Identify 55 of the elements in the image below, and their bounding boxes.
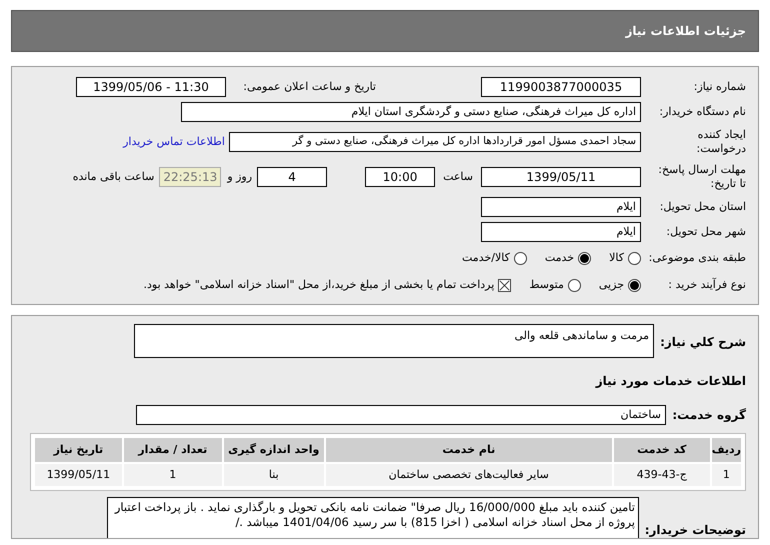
radio-label: خدمت [544,250,574,266]
table-cell: 1399/05/11 [35,464,122,486]
countdown-timer: 22:25:13 [159,167,222,187]
description-box: مرمت و ساماندهی قلعه والی [134,324,654,358]
radio-label: متوسط [529,276,564,293]
notes-box: تامین کننده باید مبلغ 16/000/000 ریال صرفا" ضمانت نامه بانکی تحویل و بارگذاری نماید . باز پرداخت اعتبار پروژه از محل اسناد خزانه اسلامی ( اخزا 815) با سر رسید 1401/04/06 میباشد ./ [107,497,639,538]
radio-button[interactable] [628,278,641,292]
column-header: تاریخ نیاز [35,438,122,462]
field-value: سجاد احمدی مسؤل امور قراردادها اداره کل میراث فرهنگی، صنایع دستی و گر [229,132,641,152]
field-value: 4 [257,167,328,187]
radio-label: کالا/خدمت [462,250,510,266]
radio-label: جزیی [598,276,624,293]
column-header: ردیف [712,438,741,462]
field-value: 1399/05/06 - 11:30 [76,77,226,97]
radio-button[interactable] [628,252,641,264]
column-header: نام خدمت [326,438,612,462]
table-cell: سایر فعالیت‌های تخصصی ساختمان [326,464,612,486]
field-label: طبقه بندی موضوعی: [648,250,746,266]
field-label: گروه خدمت: [671,407,746,424]
field-label: ساعت [443,168,473,185]
radio-label: کالا [609,250,624,266]
field-label: مهلت ارسال پاسخ: تا تاریخ: [657,163,746,191]
radio-button[interactable] [568,278,581,292]
field-value: 1199003877000035 [481,77,641,97]
checkbox-label: پرداخت تمام یا بخشی از مبلغ خرید،از محل "اسناد خزانه اسلامی" خواهد بود. [144,276,494,293]
field-label: شرح کلي نياز: [659,334,746,351]
field-label: توضیحات خریدار: [644,522,746,538]
column-header: تعداد / مقدار [124,438,222,462]
column-header: واحد اندازه گیری [224,438,324,462]
table-cell: بنا [224,464,324,486]
column-header: کد خدمت [614,438,710,462]
contact-link[interactable]: اطلاعات تماس خریدار [123,134,225,150]
field-label: ایجاد کننده درخواست: [696,128,746,156]
field-value: ایلام [481,197,641,217]
field-label: استان محل تحویل: [658,198,746,215]
field-label: تاریخ و ساعت اعلان عمومی: [242,78,376,95]
checkbox[interactable] [498,278,512,292]
radio-button[interactable] [578,252,592,264]
field-label: نوع فرآیند خرید : [667,276,746,293]
radio-button[interactable] [514,252,527,264]
field-value: اداره کل میراث فرهنگی، صنایع دستی و گردشگری استان ایلام [181,102,641,122]
table-cell: 1 [124,464,222,486]
field-label: شماره نیاز: [692,78,746,95]
table-cell: ج-43-439 [614,464,710,486]
table-cell: 1 [712,464,741,486]
field-value: 10:00 [365,167,436,187]
field-value: 1399/05/11 [481,167,641,187]
page-title: جزئیات اطلاعات نیاز [625,23,746,40]
field-value: ساختمان [136,405,666,425]
field-value: ایلام [481,222,641,242]
field-label: شهر محل تحویل: [665,224,746,240]
field-label: ساعت باقی مانده [72,168,154,185]
section-heading: اطلاعات خدمات مورد نیاز [596,373,746,390]
field-label: نام دستگاه خریدار: [658,104,746,120]
field-label: روز و [227,168,252,185]
